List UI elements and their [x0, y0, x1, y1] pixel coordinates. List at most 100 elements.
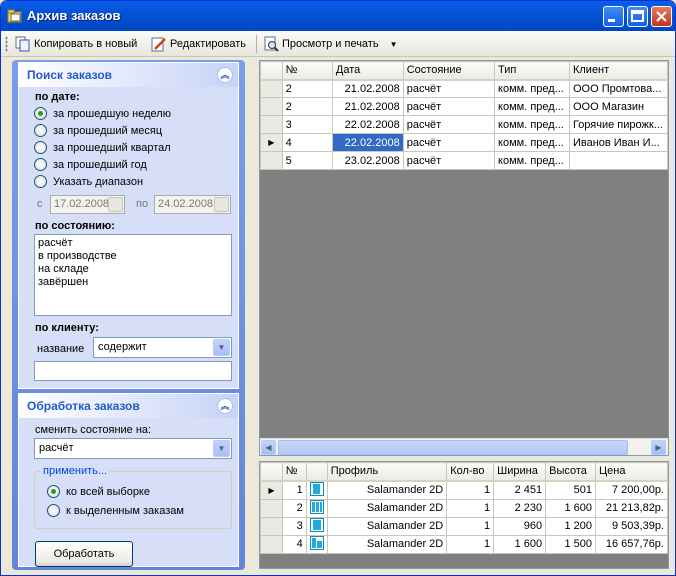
apply-all-radio[interactable]: ко всей выборке	[47, 485, 150, 498]
row-header[interactable]: ▶	[260, 133, 283, 152]
row-header[interactable]	[260, 534, 283, 554]
row-header[interactable]	[260, 115, 283, 134]
scroll-left-icon[interactable]: ◀	[261, 440, 276, 455]
row-header[interactable]	[260, 151, 283, 170]
date-radio-quarter[interactable]: за прошедший квартал	[34, 141, 171, 154]
toolbar-grip[interactable]	[5, 36, 8, 52]
order-state[interactable]: расчёт	[402, 79, 496, 98]
items-col-num[interactable]: №	[281, 462, 307, 482]
preview-print-button[interactable]: Просмотр и печать ▼	[263, 34, 398, 54]
items-col-profile[interactable]: Профиль	[326, 462, 448, 482]
title-bar[interactable]: Архив заказов	[1, 1, 675, 31]
order-type[interactable]: комм. пред...	[494, 151, 570, 170]
item-qty[interactable]: 1	[446, 534, 495, 554]
new-state-select[interactable]: расчёт ▼	[34, 438, 232, 459]
orders-col-client[interactable]: Клиент	[568, 61, 668, 81]
order-type[interactable]: комм. пред...	[494, 97, 570, 116]
state-item[interactable]: расчёт	[38, 237, 228, 250]
orders-grid[interactable]: № Дата Состояние Тип Клиент 2 21.02.2008 р…	[259, 60, 669, 456]
item-image[interactable]	[305, 534, 328, 554]
row-header[interactable]	[260, 79, 283, 98]
order-date[interactable]: 23.02.2008	[331, 151, 404, 170]
scroll-thumb[interactable]	[278, 440, 628, 455]
order-client[interactable]: Горячие пирожк...	[568, 115, 668, 134]
item-qty[interactable]: 1	[446, 480, 495, 500]
row-header[interactable]	[260, 516, 283, 536]
item-image[interactable]	[305, 516, 328, 536]
order-client[interactable]: ООО Промтова...	[568, 79, 668, 98]
item-height[interactable]: 1 600	[545, 498, 597, 518]
orders-hscrollbar[interactable]: ◀ ▶	[260, 438, 668, 455]
minimize-button[interactable]	[603, 6, 624, 27]
order-state[interactable]: расчёт	[402, 151, 496, 170]
order-state[interactable]: расчёт	[402, 97, 496, 116]
items-col-width[interactable]: Ширина	[493, 462, 547, 482]
items-col-image[interactable]	[305, 462, 328, 482]
order-num[interactable]: 2	[281, 97, 333, 116]
collapse-processing-icon[interactable]: ︽	[217, 398, 233, 414]
item-height[interactable]: 1 500	[545, 534, 597, 554]
item-price[interactable]: 9 503,39р.	[595, 516, 668, 536]
item-profile[interactable]: Salamander 2D	[326, 498, 448, 518]
state-item[interactable]: завёршен	[38, 276, 228, 289]
item-price[interactable]: 7 200,00р.	[595, 480, 668, 500]
item-width[interactable]: 2 451	[493, 480, 547, 500]
item-num[interactable]: 4	[281, 534, 307, 554]
range-from-picker[interactable]: 17.02.2008	[50, 195, 125, 214]
item-row[interactable]: 3 Salamander 2D 1 960 1 200 9 503,39р.	[260, 516, 668, 536]
item-qty[interactable]: 1	[446, 498, 495, 518]
item-height[interactable]: 1 200	[545, 516, 597, 536]
state-item[interactable]: на складе	[38, 263, 228, 276]
order-date[interactable]: 22.02.2008	[331, 115, 404, 134]
item-profile[interactable]: Salamander 2D	[326, 480, 448, 500]
item-row[interactable]: 2 Salamander 2D 1 2 230 1 600 21 213,82р.	[260, 498, 668, 518]
process-button[interactable]: Обработать	[35, 541, 133, 567]
order-num[interactable]: 2	[281, 79, 333, 98]
date-radio-week[interactable]: за прошедшую неделю	[34, 107, 171, 120]
order-date[interactable]: 21.02.2008	[331, 79, 404, 98]
order-row[interactable]: 3 22.02.2008 расчёт комм. пред... Горячие пи…	[260, 115, 668, 134]
item-height[interactable]: 501	[545, 480, 597, 500]
row-header[interactable]	[260, 498, 283, 518]
order-date[interactable]: 22.02.2008	[331, 133, 404, 152]
order-state[interactable]: расчёт	[402, 115, 496, 134]
state-listbox[interactable]: расчёт в производстве на складе завёршен	[34, 234, 232, 316]
item-num[interactable]: 3	[281, 516, 307, 536]
row-header[interactable]	[260, 97, 283, 116]
item-profile[interactable]: Salamander 2D	[326, 534, 448, 554]
order-type[interactable]: комм. пред...	[494, 115, 570, 134]
item-width[interactable]: 960	[493, 516, 547, 536]
date-radio-month[interactable]: за прошедший месяц	[34, 124, 162, 137]
state-item[interactable]: в производстве	[38, 250, 228, 263]
copy-to-new-button[interactable]: Копировать в новый	[15, 34, 137, 54]
order-client[interactable]: ООО Магазин	[568, 97, 668, 116]
client-match-select[interactable]: содержит ▼	[93, 337, 232, 358]
item-width[interactable]: 2 230	[493, 498, 547, 518]
items-col-price[interactable]: Цена	[595, 462, 668, 482]
orders-col-state[interactable]: Состояние	[402, 61, 496, 81]
collapse-search-icon[interactable]: ︽	[217, 67, 233, 83]
order-num[interactable]: 4	[281, 133, 333, 152]
order-num[interactable]: 5	[281, 151, 333, 170]
search-group-header[interactable]: Поиск заказов ︽	[19, 63, 238, 87]
items-grid[interactable]: № Профиль Кол-во Ширина Высота Цена ▶ 1 Sa…	[259, 461, 669, 569]
orders-col-num[interactable]: №	[281, 61, 333, 81]
order-state[interactable]: расчёт	[402, 133, 496, 152]
item-image[interactable]	[305, 480, 328, 500]
order-type[interactable]: комм. пред...	[494, 79, 570, 98]
item-row[interactable]: ▶ 1 Salamander 2D 1 2 451 501 7 200,00р.	[260, 480, 668, 500]
client-name-input[interactable]	[34, 361, 232, 381]
items-col-height[interactable]: Высота	[545, 462, 597, 482]
order-client[interactable]: Иванов Иван И...	[568, 133, 668, 152]
edit-button[interactable]: Редактировать	[151, 34, 246, 54]
item-price[interactable]: 21 213,82р.	[595, 498, 668, 518]
orders-col-type[interactable]: Тип	[494, 61, 570, 81]
order-row[interactable]: ▶ 4 22.02.2008 расчёт комм. пред... Иванов Ив…	[260, 133, 668, 152]
range-to-picker[interactable]: 24.02.2008	[154, 195, 231, 214]
item-qty[interactable]: 1	[446, 516, 495, 536]
processing-group-header[interactable]: Обработка заказов ︽	[19, 394, 238, 418]
date-radio-range[interactable]: Указать диапазон	[34, 175, 143, 188]
item-num[interactable]: 1	[281, 480, 307, 500]
item-price[interactable]: 16 657,76р.	[595, 534, 668, 554]
date-radio-year[interactable]: за прошедший год	[34, 158, 147, 171]
